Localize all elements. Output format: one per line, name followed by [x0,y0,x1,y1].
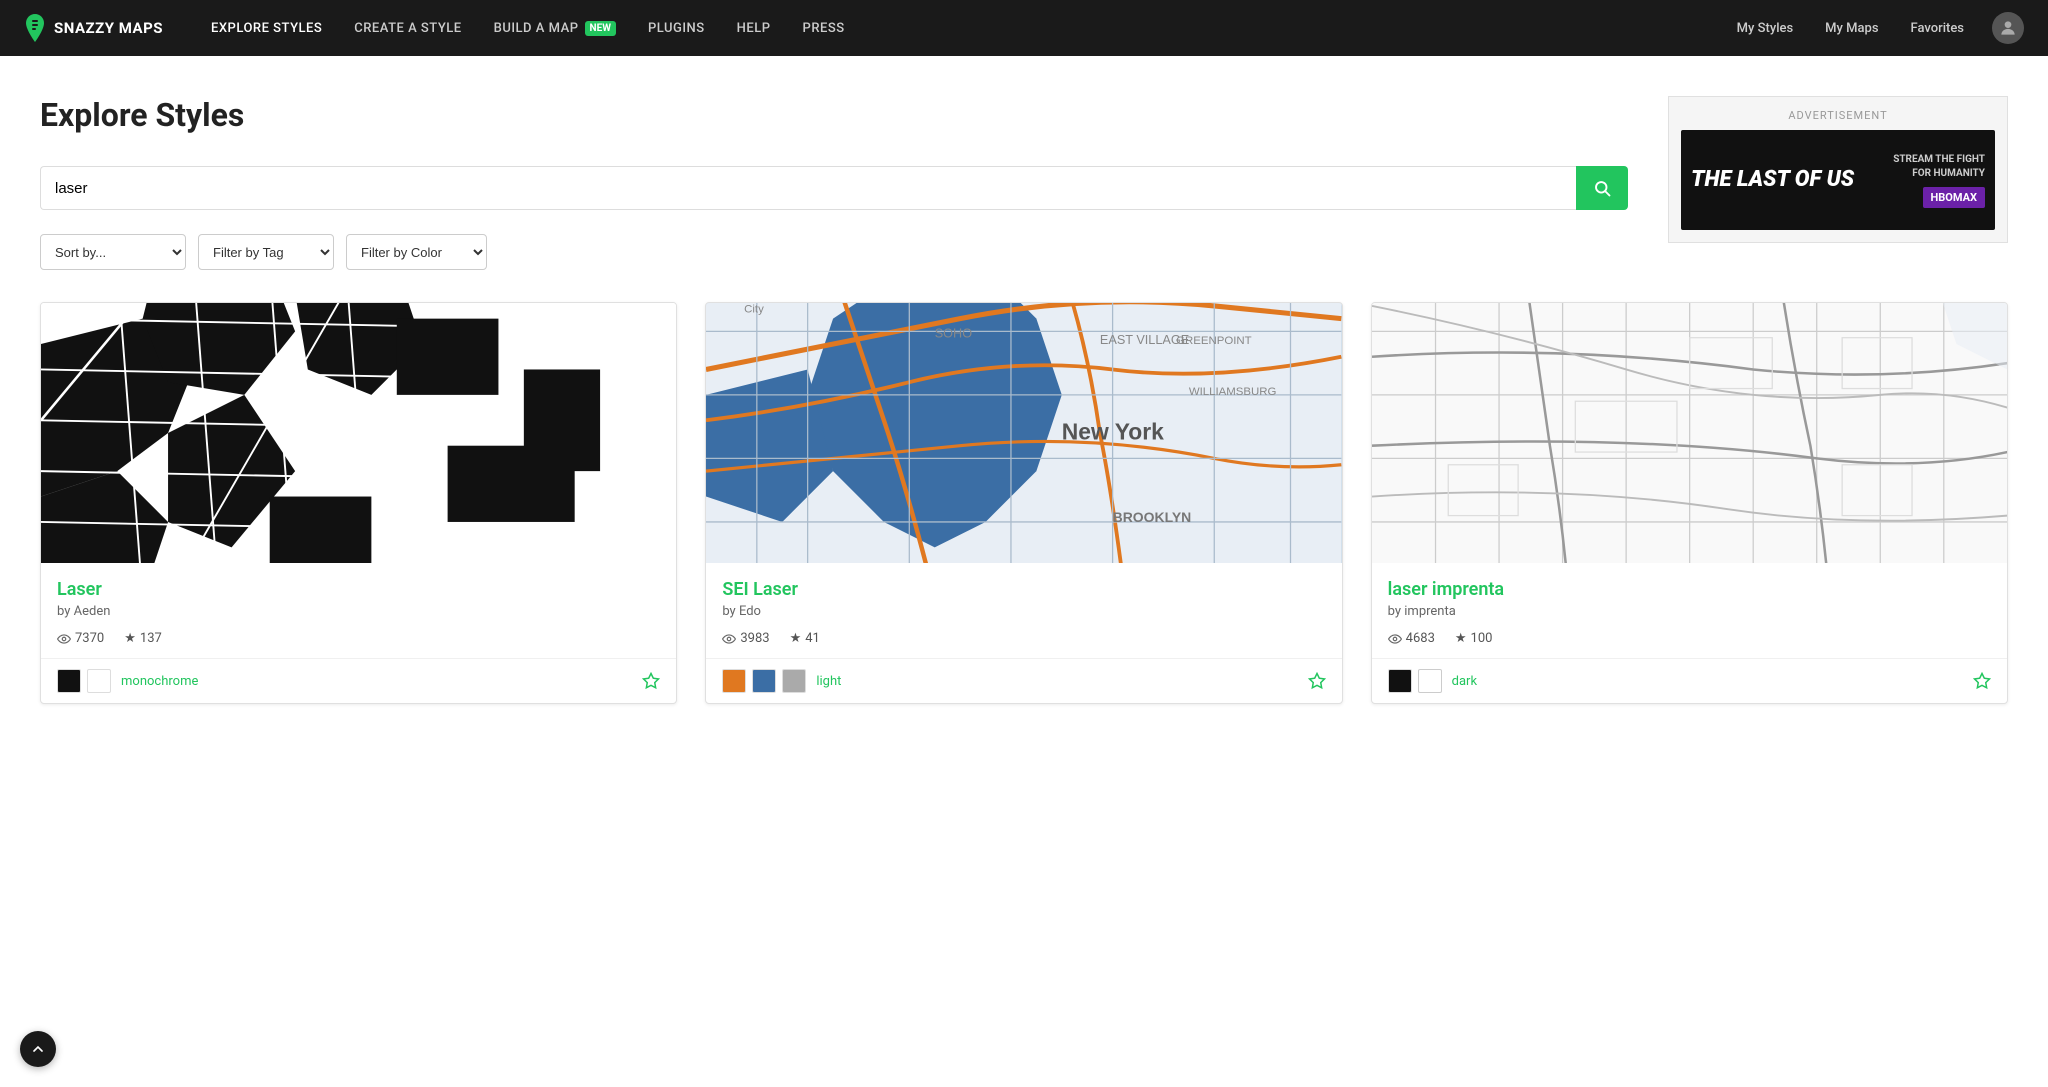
card-views-laser: 7370 [57,631,104,646]
cards-grid: Laser by Aeden 7370 ★ 137 monochrome [0,302,2048,744]
card-favorites-imprenta: ★ 100 [1455,631,1493,646]
card-body-imprenta: laser imprenta by imprenta 4683 ★ 100 [1372,563,2007,658]
card-views-sei: 3983 [722,631,769,646]
card-tag-sei[interactable]: light [816,674,1301,689]
color-filter-select[interactable]: Filter by Color Black White Blue Green R… [346,234,487,270]
nav-link-plugins[interactable]: PLUGINS [632,0,721,56]
card-author-laser: by Aeden [57,604,660,619]
nav-links: EXPLORE STYLES CREATE A STYLE BUILD A MA… [195,0,1725,56]
card-sei-laser: New York EAST VILLAGE SOHO WILLIAMSBURG … [705,302,1342,704]
nav-my-maps[interactable]: My Maps [1813,0,1890,56]
card-title-laser[interactable]: Laser [57,579,660,600]
nav-link-build[interactable]: BUILD A MAP NEW [478,0,632,56]
color-swatch-dark [1388,669,1412,693]
color-swatch-orange [722,669,746,693]
nav-right: My Styles My Maps Favorites [1725,0,2024,56]
tag-filter-select[interactable]: Filter by Tag Light Dark Monochrome Two-… [198,234,334,270]
star-icon [1308,672,1326,690]
card-title-sei[interactable]: SEI Laser [722,579,1325,600]
nav-favorites[interactable]: Favorites [1899,0,1976,56]
card-footer-laser: monochrome [41,658,676,703]
color-swatch-gray [782,669,806,693]
ad-subtitle: STREAM THE FIGHTFOR HUMANITY [1893,153,1985,181]
favorite-button-imprenta[interactable] [1973,672,1991,690]
scroll-down-button[interactable] [20,1031,56,1067]
card-views-imprenta: 4683 [1388,631,1435,646]
color-swatch-white [87,669,111,693]
svg-text:SOHO: SOHO [935,327,972,341]
card-footer-imprenta: dark [1372,658,2007,703]
color-swatch-blue [752,669,776,693]
search-row [40,166,1628,210]
navigation: SNAZZY MAPS EXPLORE STYLES CREATE A STYL… [0,0,2048,56]
svg-text:GREENPOINT: GREENPOINT [1176,335,1252,347]
logo-icon [24,14,46,42]
favorite-button-laser[interactable] [642,672,660,690]
map-svg-imprenta [1372,303,2007,563]
sort-select[interactable]: Sort by... Most Popular Newest Most Favo… [40,234,186,270]
search-button[interactable] [1576,166,1628,210]
card-laser: Laser by Aeden 7370 ★ 137 monochrome [40,302,677,704]
advertisement: ADVERTISEMENT THE LAST OF US STREAM THE … [1668,96,2008,243]
card-footer-sei: light [706,658,1341,703]
card-body-laser: Laser by Aeden 7370 ★ 137 [41,563,676,658]
favorite-button-sei[interactable] [1308,672,1326,690]
card-favorites-sei: ★ 41 [790,631,820,646]
nav-link-help[interactable]: HELP [721,0,787,56]
ad-image[interactable]: THE LAST OF US STREAM THE FIGHTFOR HUMAN… [1681,130,1995,230]
card-stats-imprenta: 4683 ★ 100 [1388,631,1991,646]
star-icon [1973,672,1991,690]
search-icon [1593,179,1611,197]
chevron-up-icon [30,1041,46,1057]
card-body-sei: SEI Laser by Edo 3983 ★ 41 [706,563,1341,658]
card-stats-sei: 3983 ★ 41 [722,631,1325,646]
color-swatch-black [57,669,81,693]
star-icon [642,672,660,690]
card-favorites-laser: ★ 137 [124,631,162,646]
svg-text:City: City [744,303,764,315]
card-tag-imprenta[interactable]: dark [1452,674,1967,689]
left-column: Explore Styles Sort by... Most Popular N… [40,96,1628,302]
eye-icon [1388,632,1402,646]
filter-row: Sort by... Most Popular Newest Most Favo… [40,234,1628,270]
main-content: Explore Styles Sort by... Most Popular N… [0,56,2048,302]
right-column: ADVERTISEMENT THE LAST OF US STREAM THE … [1668,96,2008,302]
svg-text:WILLIAMSBURG: WILLIAMSBURG [1189,386,1277,398]
card-title-imprenta[interactable]: laser imprenta [1388,579,1991,600]
ad-label: ADVERTISEMENT [1681,109,1995,122]
card-imprenta: laser imprenta by imprenta 4683 ★ 100 da… [1371,302,2008,704]
nav-my-styles[interactable]: My Styles [1725,0,1806,56]
ad-title: THE LAST OF US [1691,168,1854,192]
card-stats-laser: 7370 ★ 137 [57,631,660,646]
eye-icon [722,632,736,646]
user-avatar[interactable] [1992,12,2024,44]
map-svg-sei: New York EAST VILLAGE SOHO WILLIAMSBURG … [706,303,1341,563]
ad-brand: HBOMAX [1923,187,1985,208]
color-swatch-light [1418,669,1442,693]
card-author-imprenta: by imprenta [1388,604,1991,619]
logo[interactable]: SNAZZY MAPS [24,14,163,42]
svg-text:New York: New York [1062,418,1164,444]
map-svg-laser [41,303,676,563]
nav-link-create[interactable]: CREATE A STYLE [338,0,477,56]
page-title: Explore Styles [40,96,1628,134]
new-badge: NEW [585,21,616,36]
nav-link-press[interactable]: PRESS [787,0,861,56]
card-author-sei: by Edo [722,604,1325,619]
svg-text:BROOKLYN: BROOKLYN [1113,509,1192,525]
eye-icon [57,632,71,646]
card-map-sei[interactable]: New York EAST VILLAGE SOHO WILLIAMSBURG … [706,303,1341,563]
card-tag-laser[interactable]: monochrome [121,674,636,689]
logo-text: SNAZZY MAPS [54,19,163,37]
card-map-imprenta[interactable] [1372,303,2007,563]
search-input[interactable] [40,166,1576,210]
card-map-laser[interactable] [41,303,676,563]
nav-link-explore[interactable]: EXPLORE STYLES [195,0,338,56]
